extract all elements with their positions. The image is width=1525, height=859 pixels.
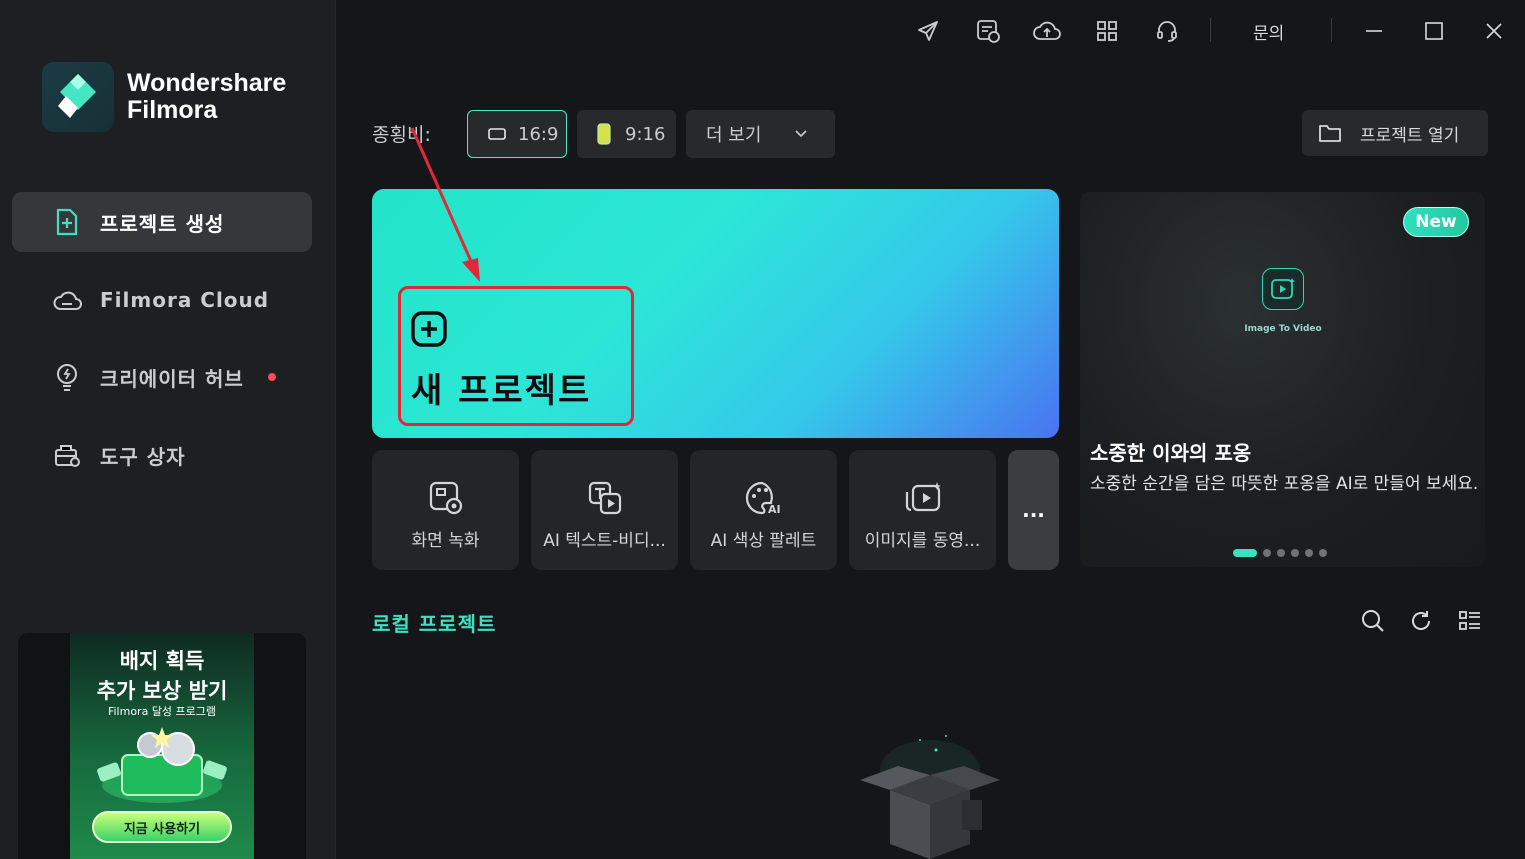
new-project-icon <box>50 205 84 239</box>
aspect-option-label: 16:9 <box>518 123 559 145</box>
more-label: 더 보기 <box>706 125 762 146</box>
toolbar-divider <box>1210 18 1211 42</box>
minimize-icon[interactable] <box>1359 16 1389 46</box>
new-project-card[interactable]: 새 프로젝트 <box>372 189 1059 438</box>
promo-blurred-edge <box>256 673 306 853</box>
refresh-icon[interactable] <box>1408 608 1434 634</box>
tool-ai-color-palette[interactable]: AI AI 색상 팔레트 <box>690 450 837 570</box>
open-project-button[interactable]: 프로젝트 열기 <box>1302 110 1488 156</box>
ai-palette-icon: AI <box>690 480 837 516</box>
plus-square-icon <box>411 311 447 351</box>
local-projects-heading: 로컬 프로젝트 <box>372 612 497 636</box>
apps-grid-icon[interactable] <box>1092 16 1122 46</box>
send-icon[interactable] <box>913 16 943 46</box>
chevron-down-icon <box>795 130 807 138</box>
promo-card[interactable]: 배지 획득 추가 보상 받기 Filmora 달성 프로그램 지금 사용하기 <box>70 633 254 859</box>
feature-caption: Image To Video <box>1244 324 1322 334</box>
image-to-video-feature-icon <box>1262 268 1304 310</box>
folder-icon <box>1318 123 1342 143</box>
sidebar-item-creator-hub[interactable]: 크리에이터 허브 <box>12 347 312 407</box>
aspect-16-9-button[interactable]: 16:9 <box>467 110 567 158</box>
list-view-icon[interactable] <box>1457 608 1483 634</box>
sidebar-item-label: 크리에이터 허브 <box>100 366 244 391</box>
carousel-dot[interactable] <box>1319 549 1327 557</box>
tool-label: AI 텍스트-비디... <box>543 531 666 551</box>
empty-state-box-illustration <box>850 730 1010 859</box>
svg-text:AI: AI <box>768 503 781 516</box>
portrait-icon <box>597 123 611 145</box>
aspect-more-dropdown[interactable]: 더 보기 <box>686 110 835 158</box>
open-project-label: 프로젝트 열기 <box>1360 125 1460 146</box>
tool-image-to-video[interactable]: 이미지를 동영... <box>849 450 996 570</box>
promo-title: 배지 획득 <box>119 649 205 673</box>
landscape-icon <box>488 128 506 140</box>
search-icon[interactable] <box>1360 608 1386 634</box>
inquiry-link[interactable]: 문의 <box>1253 19 1284 44</box>
cloud-upload-icon[interactable] <box>1032 16 1062 46</box>
promo-use-now-button[interactable]: 지금 사용하기 <box>92 811 232 843</box>
more-tools-button[interactable]: ... <box>1008 450 1059 570</box>
sidebar-item-create-project[interactable]: 프로젝트 생성 <box>12 192 312 252</box>
toolbox-icon <box>50 438 84 472</box>
tool-label: AI 색상 팔레트 <box>710 531 817 551</box>
carousel-dot[interactable] <box>1263 549 1271 557</box>
filmora-logo-icon <box>42 62 114 132</box>
promo-subtitle: 추가 보상 받기 <box>96 679 228 703</box>
image-to-video-icon <box>849 480 996 516</box>
promo-caption: Filmora 달성 프로그램 <box>107 705 217 718</box>
cloud-icon <box>50 283 84 317</box>
aspect-option-label: 9:16 <box>625 123 666 145</box>
new-badge: New <box>1403 207 1469 237</box>
new-project-label: 새 프로젝트 <box>411 371 592 411</box>
sidebar-item-label: Filmora Cloud <box>100 288 270 312</box>
sidebar-item-toolbox[interactable]: 도구 상자 <box>12 425 312 485</box>
toolbar-divider <box>1331 18 1332 42</box>
aspect-9-16-button[interactable]: 9:16 <box>577 110 676 158</box>
carousel-dot[interactable] <box>1233 549 1257 557</box>
carousel-indicator <box>1233 549 1333 557</box>
feature-title: 소중한 이와의 포옹 <box>1090 441 1252 465</box>
carousel-dot[interactable] <box>1277 549 1285 557</box>
headset-icon[interactable] <box>1152 16 1182 46</box>
tool-label: 이미지를 동영... <box>864 531 981 551</box>
logo-line2: Filmora <box>127 96 218 124</box>
tool-screen-record[interactable]: 화면 녹화 <box>372 450 519 570</box>
aspect-ratio-label: 종횡비: <box>372 124 431 146</box>
carousel-dot[interactable] <box>1305 549 1313 557</box>
sidebar-item-filmora-cloud[interactable]: Filmora Cloud <box>12 270 312 330</box>
notification-dot <box>267 373 276 381</box>
close-icon[interactable] <box>1479 16 1509 46</box>
sidebar-item-label: 프로젝트 생성 <box>100 211 225 236</box>
screen-record-icon <box>372 480 519 516</box>
annotation-highlight-box: 새 프로젝트 <box>398 286 634 426</box>
logo-line1: Wondershare <box>127 69 287 97</box>
tool-label: 화면 녹화 <box>411 531 480 551</box>
promo-banner[interactable]: 배지 획득 추가 보상 받기 Filmora 달성 프로그램 지금 사용하기 <box>18 633 306 859</box>
sidebar-item-label: 도구 상자 <box>100 444 186 469</box>
promo-gift-illustration <box>88 725 236 813</box>
text-to-video-icon <box>531 480 678 516</box>
feature-description: 소중한 순간을 담은 따뜻한 포옹을 AI로 만들어 보세요. <box>1090 474 1479 494</box>
carousel-dot[interactable] <box>1291 549 1299 557</box>
tool-ai-text-to-video[interactable]: AI 텍스트-비디... <box>531 450 678 570</box>
calendar-icon[interactable] <box>973 16 1003 46</box>
maximize-icon[interactable] <box>1419 16 1449 46</box>
feature-carousel-card[interactable]: New Image To Video 소중한 이와의 포옹 소중한 순간을 담은… <box>1080 192 1485 567</box>
sidebar: Wondershare Filmora 프로젝트 생성 Filmora Clou… <box>0 0 336 859</box>
app-logo: Wondershare Filmora <box>42 62 286 132</box>
lightbulb-icon <box>50 360 84 394</box>
